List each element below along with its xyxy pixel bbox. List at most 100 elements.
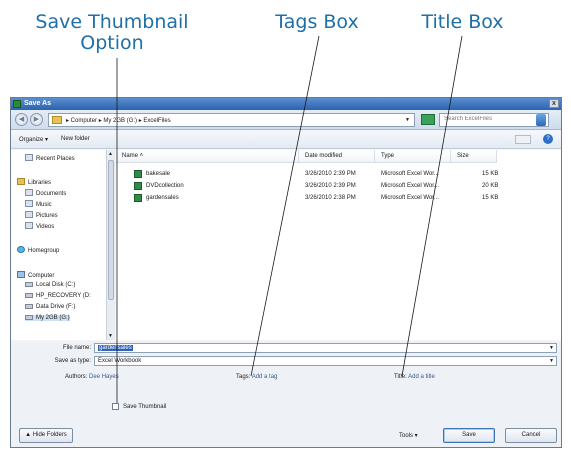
save-thumbnail-label[interactable]: Save Thumbnail xyxy=(123,404,166,410)
column-header-type[interactable]: Type xyxy=(375,150,451,163)
file-name: bakesale xyxy=(146,171,171,177)
file-type: Microsoft Excel Wor... xyxy=(381,171,439,177)
nav-recent-places[interactable]: Recent Places xyxy=(25,154,75,162)
callout-tags-box: Tags Box xyxy=(275,11,359,33)
computer-icon xyxy=(17,271,25,278)
authors-value[interactable]: Dee Hayes xyxy=(89,374,119,380)
file-row[interactable]: bakesale 3/26/2010 2:39 PM Microsoft Exc… xyxy=(116,169,561,180)
nav-computer[interactable]: Computer xyxy=(17,271,54,279)
folder-icon xyxy=(52,116,62,124)
recent-places-icon xyxy=(25,154,33,161)
file-date: 3/26/2010 2:39 PM xyxy=(305,171,356,177)
nav-pictures[interactable]: Pictures xyxy=(25,211,58,219)
tags-label: Tags: xyxy=(236,374,251,380)
file-size: 15 KB xyxy=(482,171,499,177)
tags-input[interactable]: Add a tag xyxy=(252,374,278,380)
file-name-field[interactable]: gardensales ▼ xyxy=(94,343,557,353)
breadcrumb[interactable]: ▸ Computer ▸ My 2GB (G:) ▸ ExcelFiles xyxy=(66,117,171,124)
hide-folders-label: Hide Folders xyxy=(32,432,67,438)
nav-label: Videos xyxy=(36,224,55,230)
nav-label: Libraries xyxy=(28,180,52,186)
documents-icon xyxy=(25,189,33,196)
column-header-name[interactable]: Name ˄ xyxy=(116,150,299,163)
close-button[interactable]: x xyxy=(549,99,559,108)
title-input[interactable]: Add a title xyxy=(408,374,435,380)
file-name-dropdown-icon[interactable]: ▼ xyxy=(548,345,555,351)
view-options-icon[interactable] xyxy=(515,135,531,144)
usb-drive-icon xyxy=(25,315,33,320)
scroll-down-icon[interactable]: ▼ xyxy=(108,333,113,339)
nav-homegroup[interactable]: Homegroup xyxy=(17,246,59,254)
file-date: 3/26/2010 2:39 PM xyxy=(305,183,356,189)
nav-local-disk[interactable]: Local Disk (C:) xyxy=(25,282,75,288)
homegroup-icon xyxy=(17,246,25,253)
save-button[interactable]: Save xyxy=(443,428,495,443)
nav-label: Homegroup xyxy=(28,248,60,254)
nav-label: Computer xyxy=(28,273,55,279)
refresh-icon[interactable] xyxy=(421,114,435,125)
scroll-up-icon[interactable]: ▲ xyxy=(108,151,113,157)
organize-button[interactable]: Organize ▾ xyxy=(19,136,48,143)
new-folder-button[interactable]: New folder xyxy=(61,136,90,142)
save-type-dropdown-icon[interactable]: ▼ xyxy=(548,358,555,364)
column-header-date[interactable]: Date modified xyxy=(299,150,375,163)
callout-save-thumbnail: Save Thumbnail Option xyxy=(26,12,198,54)
help-icon[interactable]: ? xyxy=(543,134,553,144)
save-as-dialog: Save As x ◀ ▶ ▸ Computer ▸ My 2GB (G:) ▸… xyxy=(10,97,562,448)
nav-music[interactable]: Music xyxy=(25,200,52,208)
cancel-button[interactable]: Cancel xyxy=(505,428,557,443)
libraries-icon xyxy=(17,178,25,185)
file-name: DVDcollection xyxy=(146,183,184,189)
excel-app-icon xyxy=(13,100,21,108)
scroll-thumb[interactable] xyxy=(108,160,114,300)
authors-field[interactable]: Authors: Dee Hayes xyxy=(65,374,119,380)
file-name-label: File name: xyxy=(62,345,91,351)
column-header-size[interactable]: Size xyxy=(451,150,497,163)
search-box[interactable] xyxy=(439,113,549,127)
callout-save-thumbnail-line2: Option xyxy=(80,32,144,54)
search-input[interactable] xyxy=(440,114,548,124)
title-label: Title: xyxy=(394,374,407,380)
nav-label: Data Drive (F:) xyxy=(36,304,76,310)
excel-file-icon xyxy=(134,182,142,190)
navigation-pane: Recent Places Libraries Documents Music … xyxy=(11,150,115,340)
nav-hp-recovery[interactable]: HP_RECOVERY (D: xyxy=(25,293,91,299)
back-button[interactable]: ◀ xyxy=(15,113,28,126)
forward-button[interactable]: ▶ xyxy=(30,113,43,126)
tags-field[interactable]: Tags: Add a tag xyxy=(236,374,277,380)
nav-documents[interactable]: Documents xyxy=(25,189,66,197)
file-row[interactable]: DVDcollection 3/26/2010 2:39 PM Microsof… xyxy=(116,181,561,192)
title-field[interactable]: Title: Add a title xyxy=(394,374,435,380)
excel-file-icon xyxy=(134,194,142,202)
command-toolbar: Organize ▾ New folder ? xyxy=(11,131,561,149)
pictures-icon xyxy=(25,211,33,218)
file-list: Name ˄ Date modified Type Size bakesale … xyxy=(116,150,561,340)
nav-videos[interactable]: Videos xyxy=(25,222,54,230)
drive-icon xyxy=(25,304,33,309)
nav-my-2gb[interactable]: My 2GB (G:) xyxy=(25,315,70,321)
drive-icon xyxy=(25,293,33,298)
file-name-value: gardensales xyxy=(98,345,133,351)
address-dropdown-icon[interactable]: ▼ xyxy=(405,117,410,123)
file-type: Microsoft Excel Wor... xyxy=(381,183,439,189)
hide-folders-button[interactable]: ▲ Hide Folders xyxy=(19,428,73,443)
dialog-title: Save As xyxy=(24,99,51,107)
file-row[interactable]: gardensales 3/26/2010 2:38 PM Microsoft … xyxy=(116,193,561,204)
title-bar: Save As x xyxy=(11,98,561,110)
save-thumbnail-checkbox[interactable] xyxy=(112,403,119,410)
search-icon[interactable] xyxy=(536,114,546,126)
navigation-scrollbar[interactable]: ▲ ▼ xyxy=(106,150,115,340)
nav-data-drive[interactable]: Data Drive (F:) xyxy=(25,304,75,310)
nav-label: Pictures xyxy=(36,213,58,219)
tools-menu[interactable]: Tools ▾ xyxy=(399,432,418,439)
nav-libraries[interactable]: Libraries xyxy=(17,178,51,186)
nav-label: Documents xyxy=(36,191,67,197)
nav-label: Recent Places xyxy=(36,156,75,162)
save-type-label: Save as type: xyxy=(54,358,91,364)
videos-icon xyxy=(25,222,33,229)
save-type-select[interactable]: Excel Workbook ▼ xyxy=(94,356,557,366)
navigation-bar: ◀ ▶ ▸ Computer ▸ My 2GB (G:) ▸ ExcelFile… xyxy=(11,110,561,130)
music-icon xyxy=(25,200,33,207)
address-bar[interactable]: ▸ Computer ▸ My 2GB (G:) ▸ ExcelFiles ▼ xyxy=(48,113,415,127)
nav-label: Music xyxy=(36,202,52,208)
